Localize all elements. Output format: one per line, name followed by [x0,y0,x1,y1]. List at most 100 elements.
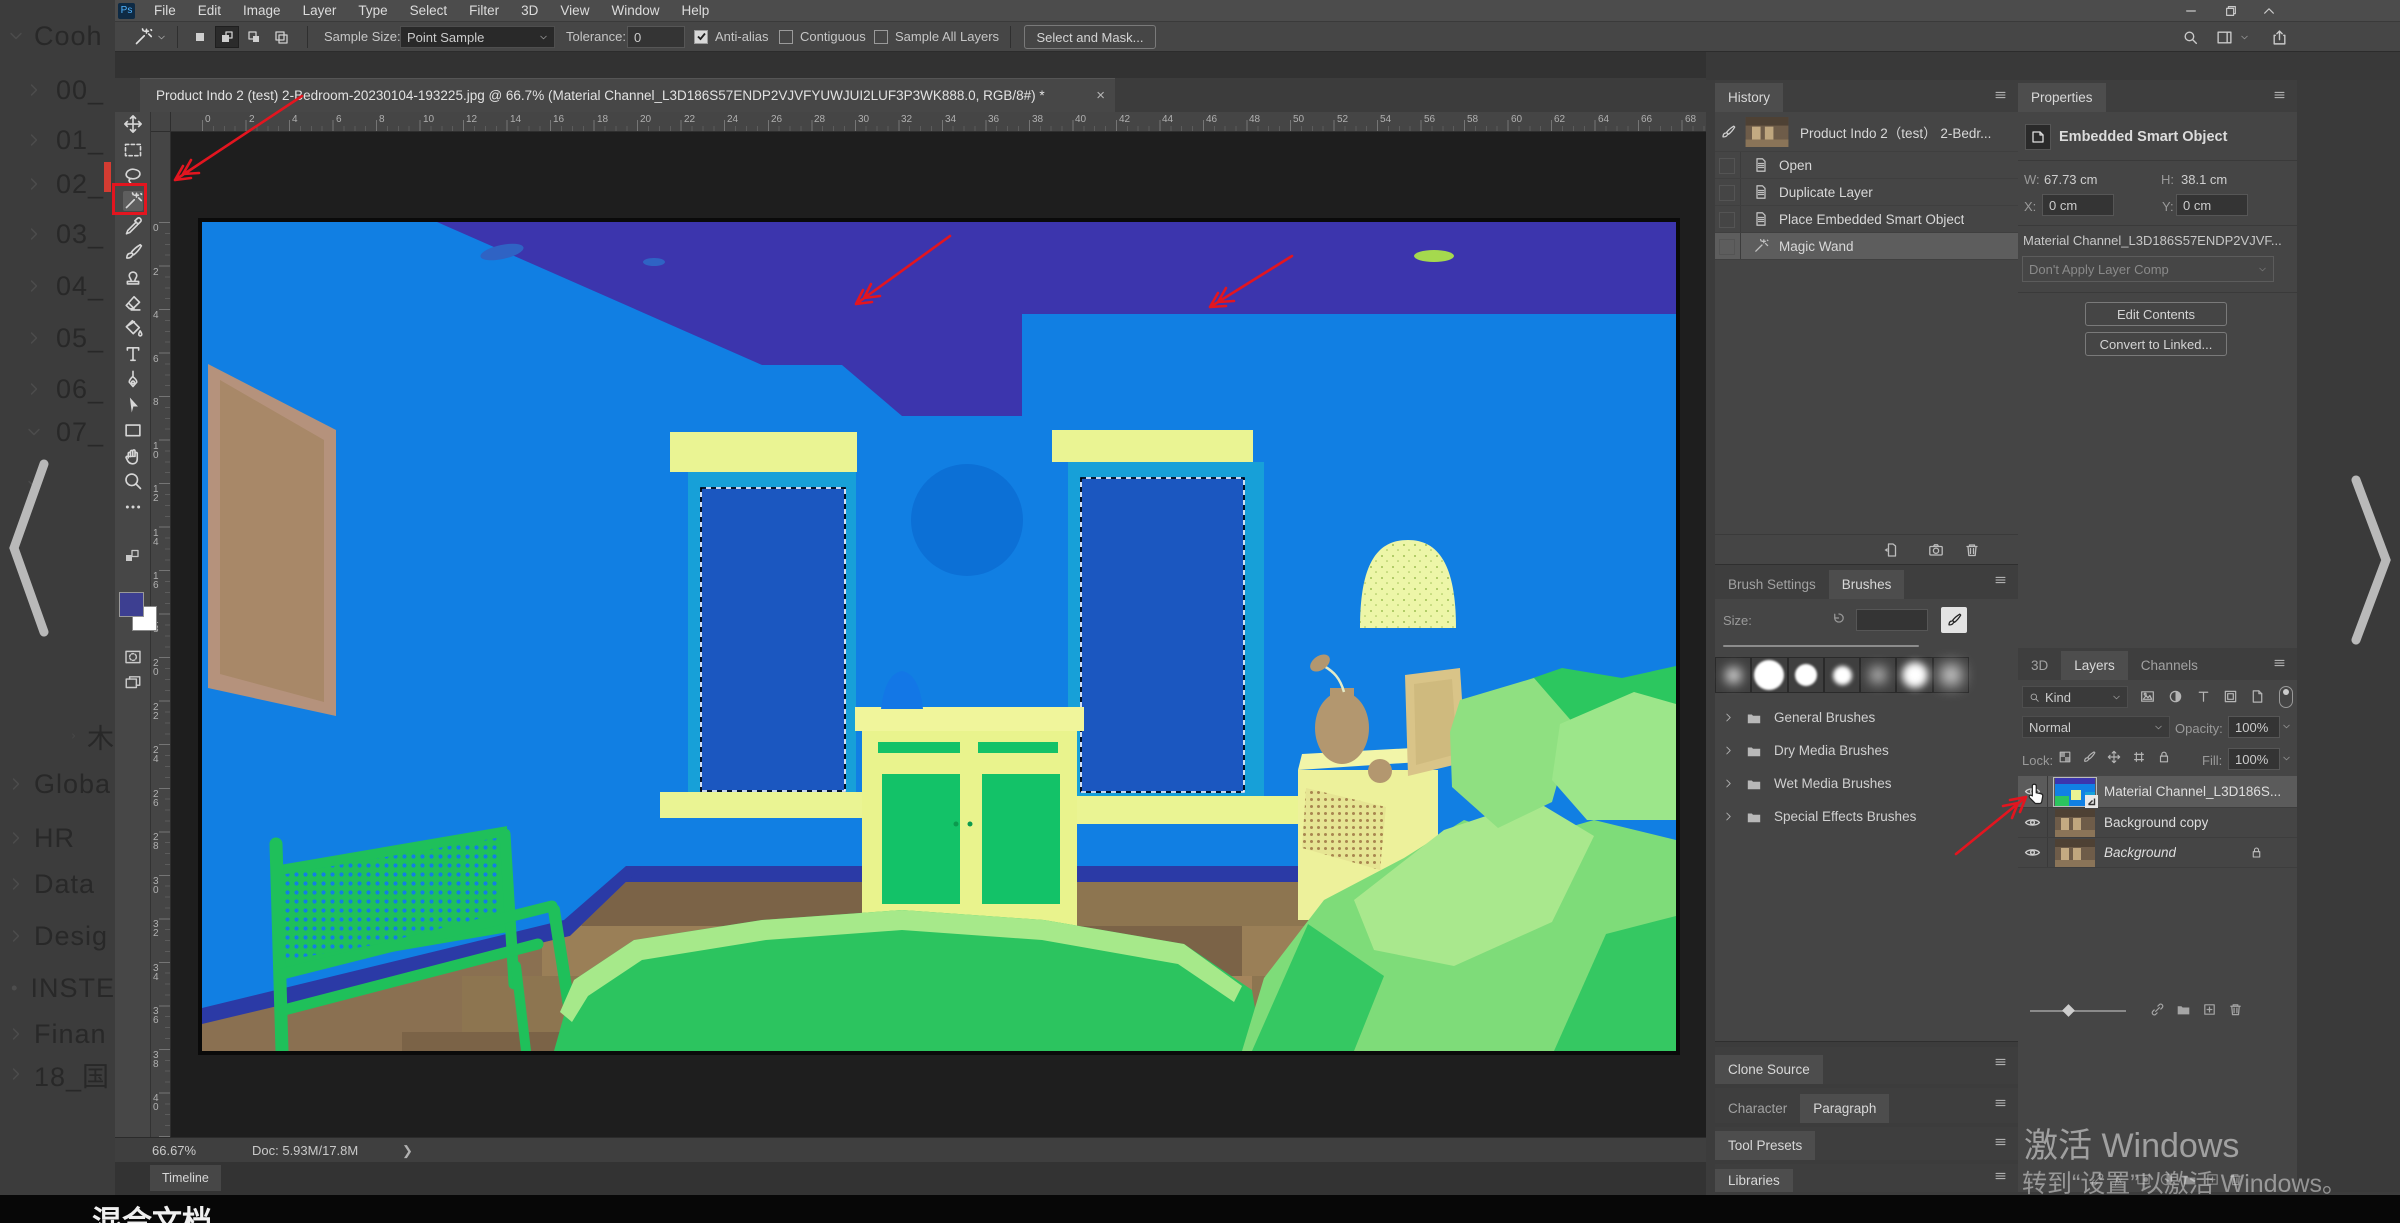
image-filter-icon[interactable] [2140,689,2155,704]
history-state-open[interactable]: Open [1715,152,2018,179]
path-selection-tool[interactable] [123,395,143,415]
brush-folder-special-effects-brushes[interactable]: Special Effects Brushes [1715,800,2018,833]
panel-menu-icon[interactable] [2272,89,2287,101]
sample-size-dropdown[interactable]: Point Sample [400,26,555,48]
status-expander-icon[interactable]: ❯ [402,1143,413,1159]
tree-item-finan[interactable]: Finan [0,1014,115,1054]
brush-preset-5[interactable] [1896,657,1932,693]
lock-position-icon[interactable] [2107,750,2121,764]
tree-item-04[interactable]: 04_ [0,266,115,306]
panel-menu-icon[interactable] [1993,1170,2008,1182]
tab-clone-source[interactable]: Clone Source [1715,1055,1823,1084]
brush-preset-2[interactable] [1788,657,1824,693]
tab-tool-presets[interactable]: Tool Presets [1715,1131,1815,1160]
select-and-mask-button[interactable]: Select and Mask... [1024,25,1156,49]
tab-paragraph[interactable]: Paragraph [1800,1094,1889,1123]
quick-mask-icon[interactable] [123,648,143,666]
tolerance-input[interactable]: 0 [627,26,685,48]
lock-all-icon[interactable] [2157,750,2171,764]
brush-preset-0[interactable] [1715,657,1751,693]
workspace-switcher-icon[interactable] [2216,29,2233,46]
brush-preset-1[interactable] [1751,657,1787,693]
panel-menu-icon[interactable] [1993,89,2008,101]
minimize-icon[interactable] [2184,4,2198,18]
move-tool[interactable] [123,114,143,134]
history-state-checkbox[interactable] [1715,152,1741,178]
smart-object-filter-icon[interactable] [2250,689,2265,704]
tab-properties[interactable]: Properties [2018,83,2106,112]
lock-transparency-icon[interactable] [2058,750,2072,764]
tab-brush-settings[interactable]: Brush Settings [1715,570,1829,599]
menu-edit[interactable]: Edit [187,0,232,22]
brush-folder-dry-media-brushes[interactable]: Dry Media Brushes [1715,734,2018,767]
brush-size-slider[interactable] [1723,645,1919,647]
tree-item-item[interactable]: 木 [0,716,115,756]
tab-brushes[interactable]: Brushes [1829,570,1905,599]
tree-item-inste[interactable]: INSTE [0,968,115,1008]
tab-3d[interactable]: 3D [2018,651,2061,680]
brush-folder-general-brushes[interactable]: General Brushes [1715,701,2018,734]
new-document-from-state-icon[interactable] [1883,542,1899,558]
layer-row-background-copy[interactable]: Background copy [2018,808,2297,838]
layer-filter-kind-dropdown[interactable]: Kind [2022,686,2128,708]
blend-mode-dropdown[interactable]: Normal [2022,716,2170,738]
x-input[interactable]: 0 cm [2042,194,2114,216]
tree-item-02[interactable]: 02_ [0,164,115,204]
eye-icon[interactable] [2024,814,2041,831]
close-tab-icon[interactable]: × [1096,87,1105,104]
screen-mode-icon[interactable] [123,674,143,692]
eyedropper-tool[interactable] [123,216,143,236]
chevron-right-icon[interactable] [1723,811,1734,822]
rectangular-marquee-tool[interactable] [123,140,143,160]
adjustment-filter-icon[interactable] [2168,689,2183,704]
chevron-right-icon[interactable] [1723,778,1734,789]
eye-icon[interactable] [2024,844,2041,861]
history-state-place-embedded-smart-object[interactable]: Place Embedded Smart Object [1715,206,2018,233]
brush-preset-3[interactable] [1824,657,1860,693]
tree-item-data[interactable]: Data [0,864,115,904]
collapse-icon[interactable] [2262,4,2276,18]
type-tool[interactable] [123,344,143,364]
edit-contents-button[interactable]: Edit Contents [2085,302,2227,326]
menu-layer[interactable]: Layer [292,0,348,22]
search-icon[interactable] [2182,29,2199,46]
opacity-input[interactable]: 100% [2228,716,2280,738]
menu-select[interactable]: Select [399,0,459,22]
layer-visibility-toggle[interactable] [2018,838,2048,867]
intersect-selection-button[interactable] [269,26,293,48]
tree-item-00[interactable]: 00_ [0,70,115,110]
slider-diamond[interactable] [2062,1004,2075,1017]
rectangle-tool[interactable] [123,420,143,440]
history-brush-icon[interactable] [1720,124,1736,140]
menu-window[interactable]: Window [600,0,670,22]
layer-row-background[interactable]: Background [2018,838,2297,868]
lock-artboard-icon[interactable] [2132,750,2146,764]
share-icon[interactable] [2271,29,2288,46]
tree-item-globa[interactable]: Globa [0,764,115,804]
tab-channels[interactable]: Channels [2128,651,2211,680]
link-layers-icon[interactable] [2150,1002,2165,1017]
history-state-duplicate-layer[interactable]: Duplicate Layer [1715,179,2018,206]
history-state-checkbox[interactable] [1715,233,1741,259]
delete-layer-icon[interactable] [2228,1002,2243,1017]
history-state-checkbox[interactable] [1715,206,1741,232]
type-filter-icon[interactable] [2196,689,2211,704]
tab-timeline[interactable]: Timeline [150,1165,221,1191]
tree-item-07[interactable]: 07_ [0,412,115,452]
restore-icon[interactable] [2224,4,2238,18]
paint-bucket-tool[interactable] [123,318,143,338]
tree-item-03[interactable]: 03_ [0,214,115,254]
brush-tool[interactable] [123,242,143,262]
history-snapshot-row[interactable]: Product Indo 2（test） 2-Bedr... [1715,112,2018,152]
tree-item-05[interactable]: 05_ [0,318,115,358]
contiguous-checkbox[interactable]: Contiguous [779,29,866,44]
document-tab[interactable]: Product Indo 2 (test) 2-Bedroom-20230104… [140,78,1115,112]
new-selection-button[interactable] [188,26,212,48]
swap-colors-icon[interactable] [124,548,140,564]
subtract-from-selection-button[interactable] [242,26,266,48]
tab-libraries[interactable]: Libraries [1715,1169,1793,1192]
delete-state-icon[interactable] [1964,542,1980,558]
tree-item-hr[interactable]: HR [0,818,115,858]
new-snapshot-icon[interactable] [1928,542,1944,558]
tree-item-cooh[interactable]: Cooh [0,16,115,56]
